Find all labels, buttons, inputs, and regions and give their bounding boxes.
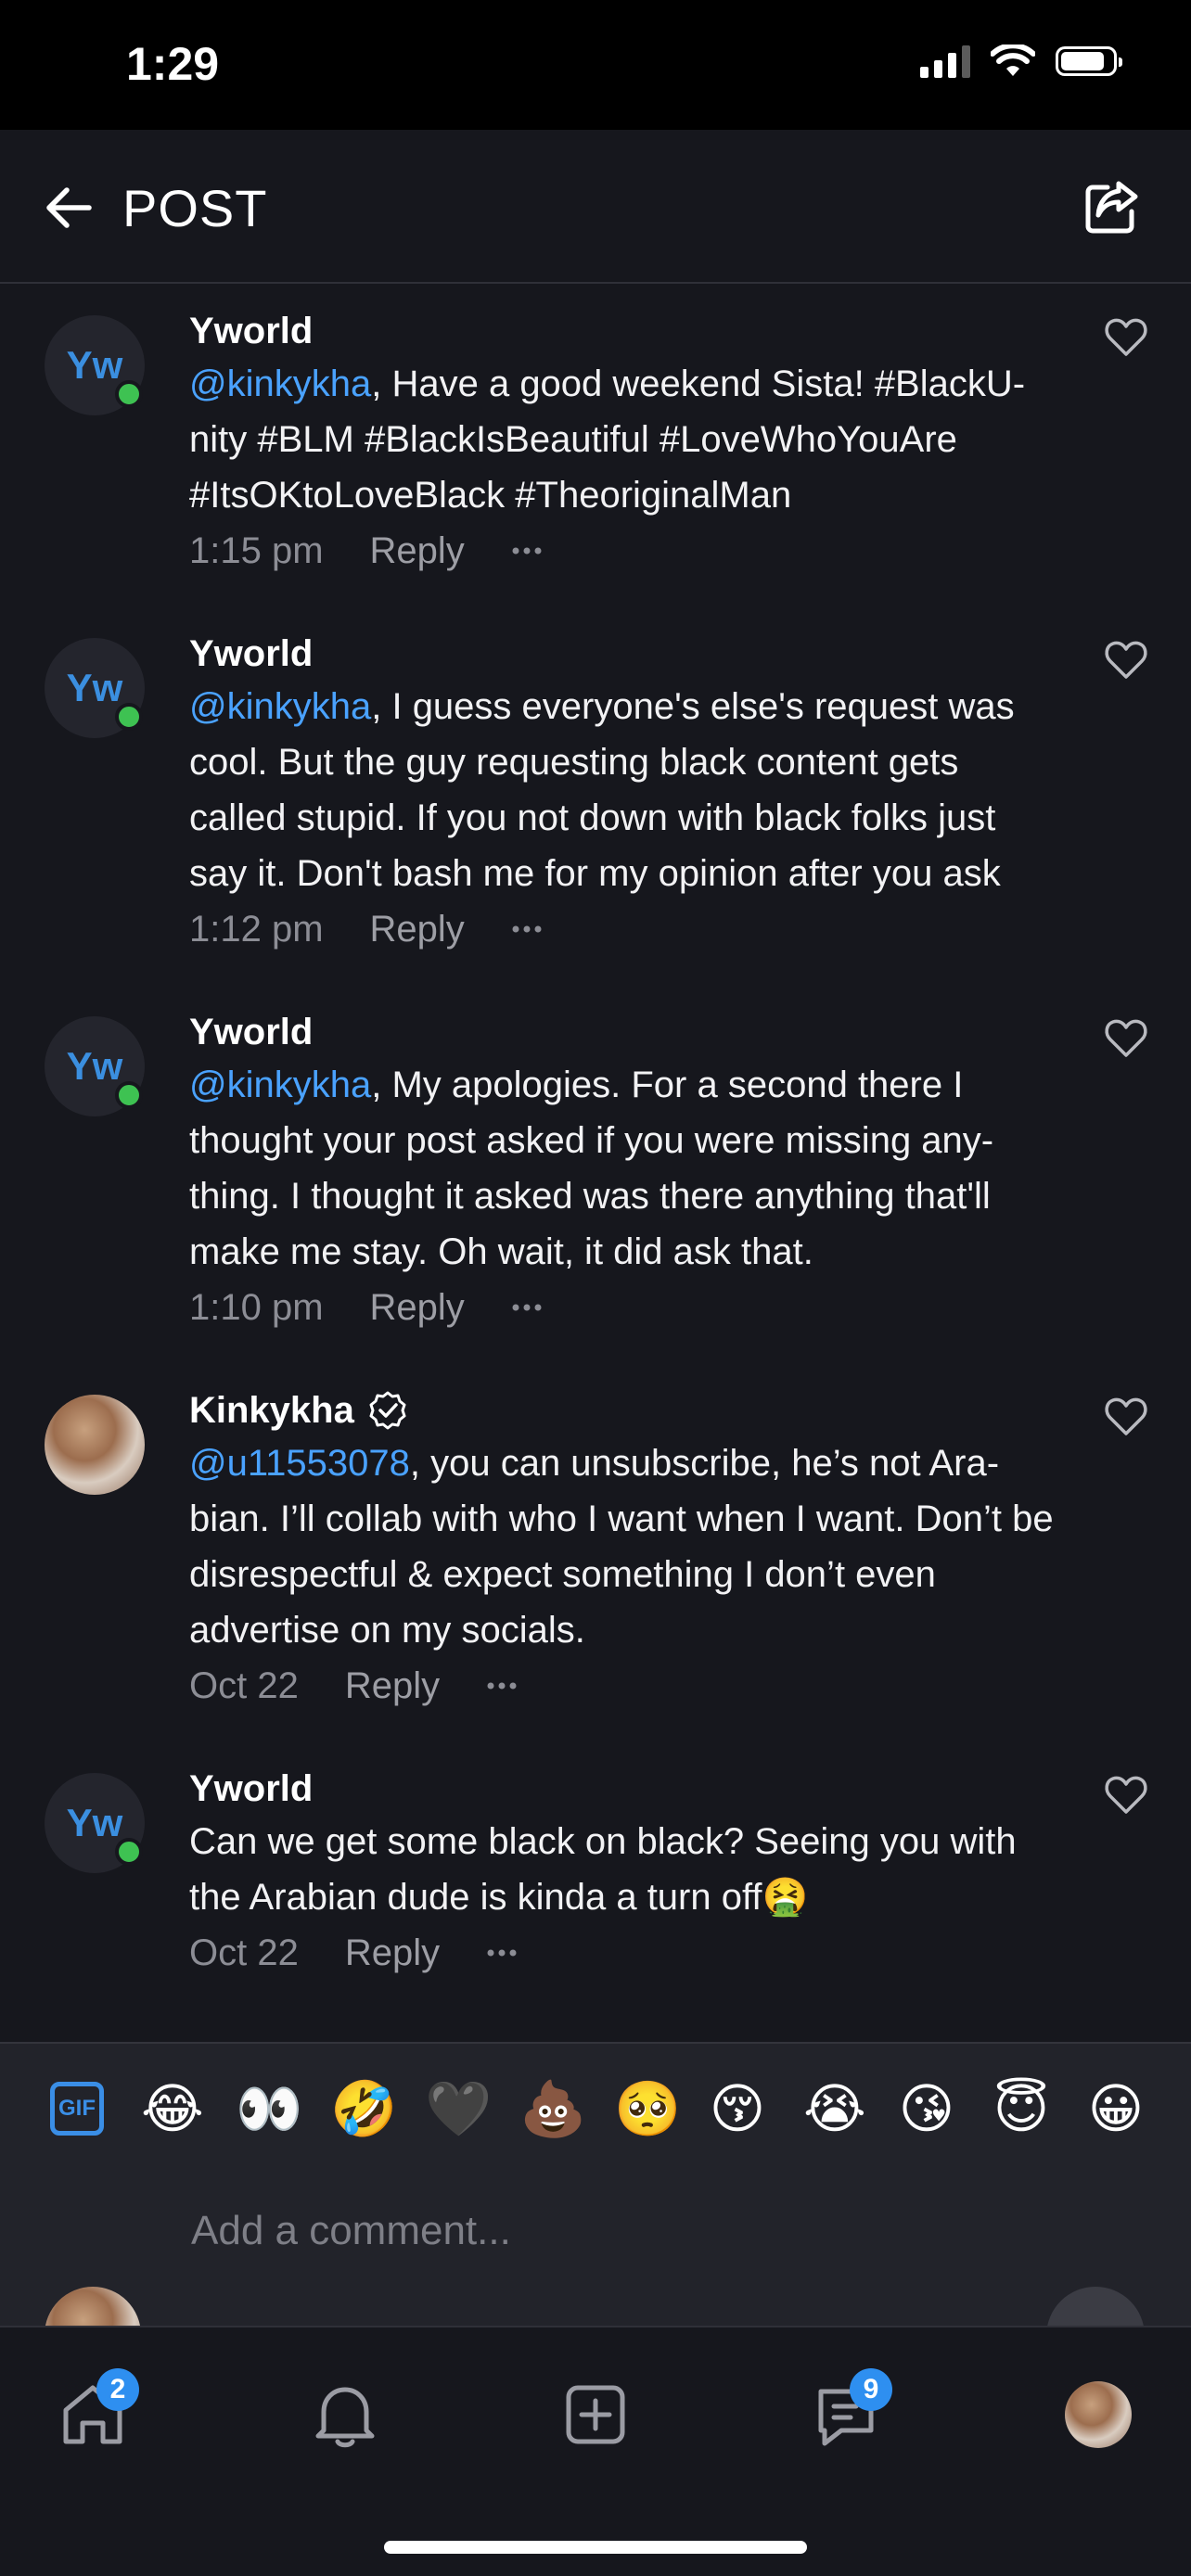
more-options-icon[interactable] bbox=[511, 546, 543, 555]
avatar[interactable]: Yw bbox=[45, 315, 145, 415]
tab-messages[interactable]: 9 bbox=[800, 2368, 892, 2461]
comment-time: 1:12 pm bbox=[189, 909, 324, 950]
more-options-icon[interactable] bbox=[486, 1681, 518, 1690]
status-bar: 1:29 bbox=[0, 0, 1191, 130]
bell-icon bbox=[315, 2387, 375, 2448]
like-heart-icon[interactable] bbox=[1104, 1016, 1148, 1059]
more-options-icon[interactable] bbox=[486, 1948, 518, 1958]
comment-composer bbox=[0, 2174, 1191, 2327]
online-indicator bbox=[115, 380, 143, 408]
emoji-button[interactable]: 💩 bbox=[519, 2079, 586, 2138]
online-indicator bbox=[115, 1838, 143, 1866]
verified-badge-icon bbox=[369, 1391, 406, 1430]
emoji-button[interactable]: 😂 bbox=[141, 2079, 204, 2138]
status-time: 1:29 bbox=[126, 38, 220, 90]
reply-button[interactable]: Reply bbox=[345, 1925, 440, 1981]
emoji-button[interactable]: 🖤 bbox=[425, 2079, 492, 2138]
comment-meta: 1:15 pm Reply bbox=[189, 523, 1061, 579]
post-header: POST bbox=[0, 130, 1191, 284]
bottom-tab-bar: 2 9 bbox=[0, 2326, 1191, 2576]
tab-profile[interactable] bbox=[1052, 2368, 1145, 2461]
avatar[interactable]: Yw bbox=[45, 1773, 145, 1873]
reply-button[interactable]: Reply bbox=[345, 1658, 440, 1714]
more-options-icon[interactable] bbox=[511, 1303, 543, 1312]
comment-author[interactable]: Yworld bbox=[189, 1007, 1061, 1057]
profile-avatar bbox=[1065, 2381, 1132, 2448]
emoji-quick-bar: GIF 😂 👀 🤣 🖤 💩 🥺 😚 😭 😘 😇 😀 bbox=[0, 2042, 1191, 2174]
tab-home[interactable]: 2 bbox=[46, 2368, 139, 2461]
online-indicator bbox=[115, 1081, 143, 1109]
comment-author[interactable]: Yworld bbox=[189, 1764, 1061, 1814]
like-heart-icon[interactable] bbox=[1104, 315, 1148, 358]
more-options-icon[interactable] bbox=[511, 925, 543, 934]
like-heart-icon[interactable] bbox=[1104, 1773, 1148, 1816]
avatar-initials: Yw bbox=[66, 1801, 123, 1844]
home-badge: 2 bbox=[96, 2368, 139, 2411]
comment-time: 1:15 pm bbox=[189, 530, 324, 571]
home-indicator bbox=[384, 2541, 807, 2554]
reply-button[interactable]: Reply bbox=[370, 1280, 465, 1335]
comment-author[interactable]: Kinkykha bbox=[189, 1385, 1061, 1435]
comment-author[interactable]: Yworld bbox=[189, 306, 1061, 356]
comment-input[interactable] bbox=[189, 2198, 1028, 2264]
reply-button[interactable]: Reply bbox=[370, 523, 465, 579]
comment-text: Can we get some black on black? Seeing y… bbox=[189, 1821, 1017, 1918]
like-heart-icon[interactable] bbox=[1104, 1395, 1148, 1437]
messages-badge: 9 bbox=[850, 2368, 892, 2411]
comment-meta: Oct 22 Reply bbox=[189, 1658, 1061, 1714]
emoji-button[interactable]: 👀 bbox=[236, 2079, 302, 2138]
comment-time: Oct 22 bbox=[189, 1665, 299, 1706]
add-post-icon bbox=[566, 2385, 625, 2444]
online-indicator bbox=[115, 703, 143, 731]
mention-link[interactable]: @kinkykha bbox=[189, 363, 371, 404]
mention-link[interactable]: @kinkykha bbox=[189, 686, 371, 727]
comment-meta: 1:12 pm Reply bbox=[189, 901, 1061, 957]
comment-text: @kinkykha, I guess everyone's else's req… bbox=[189, 686, 1015, 894]
emoji-button[interactable]: 🥺 bbox=[614, 2079, 681, 2138]
battery-icon bbox=[1056, 46, 1122, 76]
comment-list[interactable]: Yw Yworld @kinkykha, Have a good weekend… bbox=[0, 284, 1191, 2042]
comment-time: Oct 22 bbox=[189, 1932, 299, 1973]
cellular-signal-icon bbox=[920, 45, 970, 78]
mention-link[interactable]: @kinkykha bbox=[189, 1065, 371, 1105]
comment-meta: Oct 22 Reply bbox=[189, 1925, 1061, 1981]
emoji-button[interactable]: 😇 bbox=[992, 2079, 1050, 2138]
comment-text: @u11553078, you can unsubscribe, he’s no… bbox=[189, 1443, 1054, 1651]
send-button[interactable] bbox=[1046, 2287, 1145, 2327]
page-title: POST bbox=[122, 179, 268, 237]
avatar[interactable] bbox=[45, 1395, 145, 1495]
emoji-button[interactable]: 😚 bbox=[709, 2079, 766, 2138]
avatar bbox=[45, 2287, 141, 2327]
reply-button[interactable]: Reply bbox=[370, 901, 465, 957]
gif-icon[interactable]: GIF bbox=[50, 2082, 104, 2136]
tab-create[interactable] bbox=[549, 2368, 642, 2461]
comment-author[interactable]: Yworld bbox=[189, 629, 1061, 679]
status-icons bbox=[920, 45, 1122, 78]
emoji-button[interactable]: 😘 bbox=[898, 2079, 955, 2138]
share-icon[interactable] bbox=[1082, 178, 1141, 237]
like-heart-icon[interactable] bbox=[1104, 638, 1148, 681]
emoji-button[interactable]: 🤣 bbox=[330, 2079, 397, 2138]
mention-link[interactable]: @u11553078 bbox=[189, 1443, 410, 1484]
avatar-initials: Yw bbox=[66, 1044, 123, 1088]
avatar-initials: Yw bbox=[66, 343, 123, 387]
comment-meta: 1:10 pm Reply bbox=[189, 1280, 1061, 1335]
avatar[interactable]: Yw bbox=[45, 1016, 145, 1116]
emoji-button[interactable]: 😀 bbox=[1087, 2079, 1145, 2138]
comment-time: 1:10 pm bbox=[189, 1287, 324, 1328]
emoji-button[interactable]: 😭 bbox=[803, 2079, 866, 2138]
avatar-initials: Yw bbox=[66, 666, 123, 709]
avatar[interactable]: Yw bbox=[45, 638, 145, 738]
tab-notifications[interactable] bbox=[299, 2368, 391, 2461]
wifi-icon bbox=[991, 45, 1035, 76]
comment-text: @kinkykha, Have a good weekend Sista! #B… bbox=[189, 363, 1026, 516]
back-arrow-icon[interactable] bbox=[43, 182, 95, 234]
comment-text: @kinkykha, My apologies. For a second th… bbox=[189, 1065, 994, 1272]
